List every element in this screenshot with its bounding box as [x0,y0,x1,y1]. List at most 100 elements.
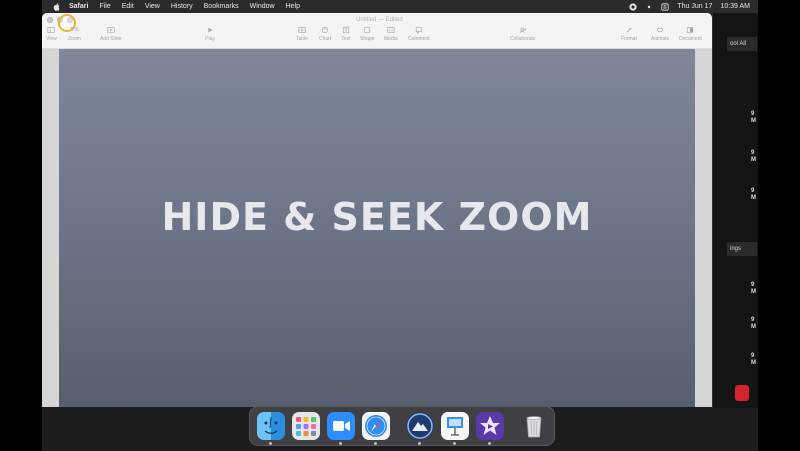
table-icon [297,25,307,34]
format-button[interactable]: Format [621,25,637,42]
keynote-app-icon[interactable] [441,412,469,445]
dock [249,406,555,446]
animate-icon [655,25,665,34]
text-button[interactable]: Text [341,25,351,42]
menu-help[interactable]: Help [286,3,300,10]
add-slide-icon [106,25,116,34]
bg-letter: M [751,195,756,201]
desktop-screen: Safari File Edit View History Bookmarks … [42,0,758,451]
bg-letter: 9 [751,150,755,156]
menu-window[interactable]: Window [250,3,275,10]
slide-canvas[interactable]: HIDE & SEEK ZOOM [42,49,712,407]
apple-menu-icon[interactable] [52,2,60,11]
control-center-icon[interactable] [661,2,669,11]
bg-letter: M [751,324,756,330]
running-indicator [339,442,342,445]
menu-app-name[interactable]: Safari [69,3,88,10]
text-icon [341,25,351,34]
close-window-button[interactable] [47,17,53,23]
background-window[interactable]: ool All ings 9 M 9 M 9 M 9 M 9 M 9 M [712,13,758,408]
bg-letter: 9 [751,188,755,194]
bg-letter: M [751,289,756,295]
add-slide-button[interactable]: Add Slide [100,25,121,42]
chart-button[interactable]: Chart [319,25,331,42]
bg-letter: 9 [751,317,755,323]
keynote-window: Untitled — Edited View 75% Zoom Add Slid… [42,13,712,407]
table-label: Table [296,36,308,42]
record-icon[interactable] [629,2,637,11]
view-button[interactable]: View [46,25,57,42]
chart-icon [320,25,330,34]
format-label: Format [621,36,637,42]
menu-view[interactable]: View [145,3,160,10]
finder-app-icon[interactable] [257,412,285,445]
document-title: Untitled — Edited [356,17,403,23]
zoom-app-icon[interactable] [327,412,355,445]
slide-title[interactable]: HIDE & SEEK ZOOM [59,195,695,239]
shape-icon [362,25,372,34]
shape-label: Shape [360,36,375,42]
running-indicator [269,442,272,445]
zoom-value: 75% [69,26,80,33]
menu-history[interactable]: History [171,3,193,10]
chart-label: Chart [319,36,332,42]
text-label: Text [341,36,351,42]
document-label: Document [679,36,702,42]
zoom-label: Zoom [68,36,81,42]
running-indicator [453,442,456,445]
imovie-app-icon[interactable] [476,412,504,445]
comment-icon [414,25,424,34]
running-indicator [418,442,421,445]
media-icon [386,25,396,34]
zoom-button[interactable]: 75% Zoom [68,25,81,43]
menu-bar-status: Thu Jun 17 10:39 AM [629,0,750,13]
document-name: Untitled [356,17,377,23]
running-indicator [374,442,377,445]
sidebar-icon [46,25,56,34]
trash-app-icon[interactable] [520,412,548,440]
safari-app-icon[interactable] [362,412,390,445]
media-label: Media [384,36,398,42]
document-icon [685,25,695,34]
animate-label: Animate [651,36,670,42]
background-tab-2[interactable]: ings [727,242,757,256]
bg-letter: 9 [751,282,755,288]
comment-button[interactable]: Comment [408,25,430,42]
bg-letter: M [751,360,756,366]
collaborate-label: Collaborate [510,36,536,42]
menu-edit[interactable]: Edit [122,3,134,10]
menu-time[interactable]: 10:39 AM [720,3,750,10]
play-button[interactable]: Play [205,25,215,42]
comment-label: Comment [408,36,430,42]
launchpad-app-icon[interactable] [292,412,320,440]
add-slide-label: Add Slide [100,36,122,42]
table-button[interactable]: Table [296,25,308,42]
running-indicator [488,442,491,445]
shape-button[interactable]: Shape [360,25,374,42]
menu-bar: Safari File Edit View History Bookmarks … [42,0,758,13]
document-status: — Edited [378,17,403,23]
bg-letter: M [751,157,756,163]
window-titlebar: Untitled — Edited View 75% Zoom Add Slid… [42,13,712,49]
toolbar: View 75% Zoom Add Slide Play Table Chart… [42,25,712,47]
mountain-app-icon[interactable] [406,412,434,445]
background-tab-1[interactable]: ool All [727,37,757,51]
red-button[interactable] [735,385,749,401]
media-button[interactable]: Media [384,25,398,42]
slide[interactable]: HIDE & SEEK ZOOM [59,49,695,407]
collaborate-button[interactable]: Collaborate [510,25,536,42]
format-icon [624,25,634,34]
play-label: Play [205,36,215,42]
menu-date[interactable]: Thu Jun 17 [677,3,712,10]
dot-icon[interactable] [645,3,653,11]
view-label: View [46,36,57,42]
bg-letter: 9 [751,353,755,359]
bg-letter: 9 [751,111,755,117]
bg-letter: M [751,118,756,124]
menu-file[interactable]: File [99,3,110,10]
document-button[interactable]: Document [679,25,702,42]
play-icon [205,25,215,34]
animate-button[interactable]: Animate [651,25,669,42]
collaborate-icon [518,25,528,34]
menu-bookmarks[interactable]: Bookmarks [204,3,239,10]
